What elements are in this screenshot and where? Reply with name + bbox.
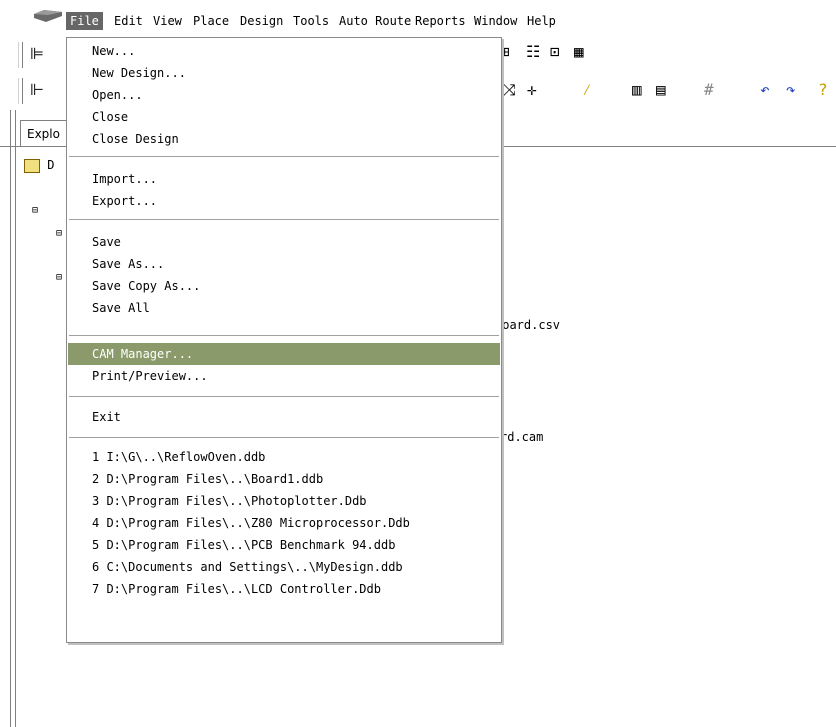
- menu-file[interactable]: File: [66, 12, 103, 30]
- help-icon[interactable]: ?: [818, 80, 828, 100]
- library-icon[interactable]: ▦: [574, 42, 584, 62]
- file-menu-dropdown: New... New Design... Open... Close Close…: [66, 37, 502, 643]
- align-left-icon[interactable]: ⊫: [30, 44, 44, 64]
- tab-explorer-label: Explo: [27, 127, 60, 141]
- menu-item-save-as[interactable]: Save As...: [68, 253, 500, 275]
- stacked-boxes-icon[interactable]: ☷: [526, 42, 540, 62]
- menu-item-recent-5[interactable]: 5 D:\Program Files\..\PCB Benchmark 94.d…: [68, 534, 500, 556]
- menu-edit[interactable]: Edit: [110, 12, 147, 30]
- menu-reports[interactable]: Reports: [411, 12, 470, 30]
- magic-wand-icon[interactable]: ⁄: [582, 80, 592, 100]
- tree-expand-toggle[interactable]: ⊟: [56, 272, 62, 283]
- menu-item-cam-manager[interactable]: CAM Manager...: [68, 343, 500, 365]
- menu-item-new-design[interactable]: New Design...: [68, 62, 500, 84]
- menu-item-close-design[interactable]: Close Design: [68, 128, 500, 150]
- tree-expand-toggle[interactable]: ⊟: [56, 228, 62, 239]
- book-icon[interactable]: ▥: [632, 80, 642, 100]
- toolbar-grip[interactable]: [18, 78, 23, 104]
- cross-wire-icon[interactable]: ⤨: [503, 80, 516, 100]
- tree-root[interactable]: D: [24, 158, 54, 173]
- menu-design[interactable]: Design: [236, 12, 287, 30]
- menu-tools[interactable]: Tools: [289, 12, 333, 30]
- menu-window[interactable]: Window: [470, 12, 521, 30]
- menu-help[interactable]: Help: [523, 12, 560, 30]
- menu-item-recent-6[interactable]: 6 C:\Documents and Settings\..\MyDesign.…: [68, 556, 500, 578]
- menu-separator: [69, 335, 499, 336]
- menu-auto-route[interactable]: Auto Route: [335, 12, 415, 30]
- menu-place[interactable]: Place: [189, 12, 233, 30]
- menu-item-recent-7[interactable]: 7 D:\Program Files\..\LCD Controller.Ddb: [68, 578, 500, 600]
- menu-separator: [69, 437, 499, 438]
- app-logo-icon[interactable]: [34, 10, 62, 22]
- menu-item-recent-4[interactable]: 4 D:\Program Files\..\Z80 Microprocessor…: [68, 512, 500, 534]
- undo-icon[interactable]: ↶: [760, 80, 770, 100]
- menu-separator: [69, 396, 499, 397]
- panel-border: [10, 110, 16, 727]
- menu-item-recent-2[interactable]: 2 D:\Program Files\..\Board1.ddb: [68, 468, 500, 490]
- menu-item-open[interactable]: Open...: [68, 84, 500, 106]
- menu-view[interactable]: View: [149, 12, 186, 30]
- chip-icon[interactable]: ⊡: [550, 42, 560, 62]
- file-name-csv[interactable]: Board.csv: [495, 318, 560, 332]
- menu-item-recent-1[interactable]: 1 I:\G\..\ReflowOven.ddb: [68, 446, 500, 468]
- menu-separator: [69, 156, 499, 157]
- menu-item-import[interactable]: Import...: [68, 168, 500, 190]
- redo-icon[interactable]: ↷: [786, 80, 796, 100]
- menu-bar: File Edit View Place Design Tools Auto R…: [0, 0, 836, 30]
- toolbar-grip[interactable]: [18, 42, 23, 68]
- tree-collapse-toggle[interactable]: ⊟: [32, 205, 38, 216]
- menu-item-exit[interactable]: Exit: [68, 406, 500, 428]
- file-name-cam[interactable]: rd.cam: [500, 430, 543, 444]
- menu-item-save[interactable]: Save: [68, 231, 500, 253]
- menu-item-print-preview[interactable]: Print/Preview...: [68, 365, 500, 387]
- database-icon: [24, 158, 40, 173]
- menu-item-save-all[interactable]: Save All: [68, 297, 500, 319]
- grid-icon[interactable]: #: [704, 80, 714, 100]
- hierarchy-icon[interactable]: ⊩: [30, 80, 44, 100]
- menu-item-recent-3[interactable]: 3 D:\Program Files\..\Photoplotter.Ddb: [68, 490, 500, 512]
- open-book-icon[interactable]: ▤: [656, 80, 666, 100]
- tree-root-label: D: [47, 158, 55, 172]
- menu-item-close[interactable]: Close: [68, 106, 500, 128]
- menu-item-new[interactable]: New...: [68, 40, 500, 62]
- menu-item-export[interactable]: Export...: [68, 190, 500, 212]
- menu-separator: [69, 219, 499, 220]
- move-cross-icon[interactable]: ✛: [527, 80, 537, 100]
- menu-item-save-copy-as[interactable]: Save Copy As...: [68, 275, 500, 297]
